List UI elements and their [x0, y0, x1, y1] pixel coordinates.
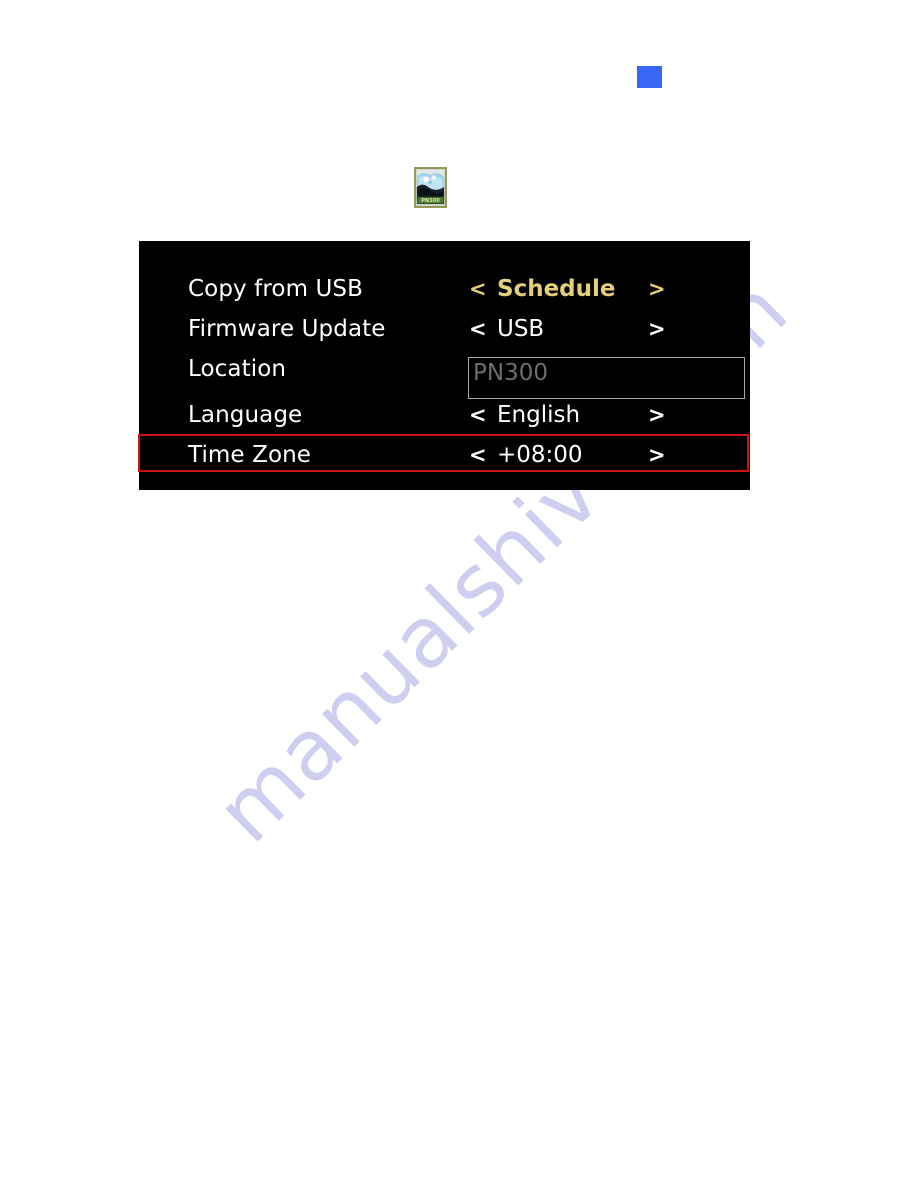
location-input[interactable]: PN300 — [468, 357, 745, 399]
osd-label-location: Location — [188, 356, 287, 382]
chevron-left-icon[interactable]: < — [469, 309, 487, 349]
osd-value-copy-from-usb: Schedule — [497, 276, 616, 302]
osd-label-copy-from-usb: Copy from USB — [188, 276, 364, 302]
chevron-right-icon[interactable]: > — [648, 395, 666, 435]
osd-value-language: English — [497, 402, 581, 428]
location-input-value: PN300 — [473, 360, 548, 386]
chevron-right-icon[interactable]: > — [648, 269, 666, 309]
osd-row-time-zone[interactable]: Time Zone < +08:00 > — [139, 435, 750, 475]
osd-row-language[interactable]: Language < English > — [139, 395, 750, 435]
chevron-right-icon[interactable]: > — [648, 435, 666, 475]
osd-row-firmware-update[interactable]: Firmware Update < USB > — [139, 309, 750, 349]
svg-text:PN300: PN300 — [421, 198, 440, 204]
osd-label-firmware-update: Firmware Update — [188, 316, 386, 342]
blue-square-marker — [637, 66, 662, 88]
chevron-right-icon[interactable]: > — [648, 309, 666, 349]
osd-value-time-zone: +08:00 — [497, 442, 583, 468]
osd-label-language: Language — [188, 402, 303, 428]
osd-settings-panel: Copy from USB < Schedule > Firmware Upda… — [138, 241, 750, 490]
product-thumbnail-icon: PN300 — [414, 167, 447, 208]
chevron-left-icon[interactable]: < — [469, 395, 487, 435]
thumbnail-artwork-icon: PN300 — [415, 168, 446, 207]
osd-value-firmware-update: USB — [497, 316, 545, 342]
chevron-left-icon[interactable]: < — [469, 435, 487, 475]
chevron-left-icon[interactable]: < — [469, 269, 487, 309]
osd-row-copy-from-usb[interactable]: Copy from USB < Schedule > — [139, 269, 750, 309]
page-watermark: manualshive.com — [0, 0, 918, 1188]
osd-label-time-zone: Time Zone — [188, 442, 312, 468]
